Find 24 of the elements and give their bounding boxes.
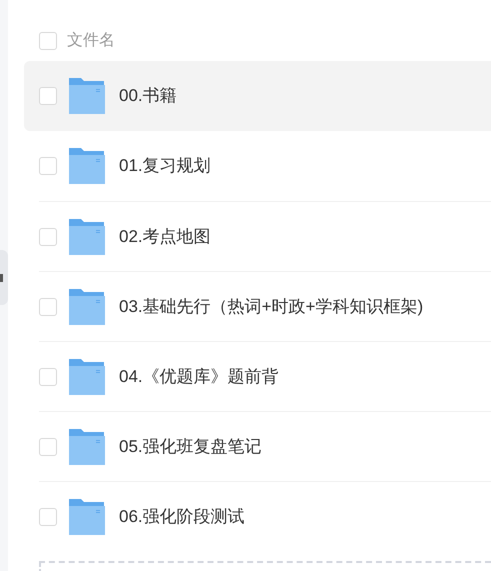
- folder-name[interactable]: 00.书籍: [119, 83, 177, 109]
- folder-icon: [69, 428, 105, 464]
- checkbox[interactable]: [39, 32, 57, 50]
- folder-icon: [69, 78, 105, 114]
- checkbox[interactable]: [39, 87, 57, 105]
- folder-name[interactable]: 03.基础先行（热词+时政+学科知识框架): [119, 294, 424, 320]
- folder-name[interactable]: 04.《优题库》题前背: [119, 364, 279, 390]
- folder-icon: [69, 148, 105, 184]
- checkbox[interactable]: [39, 298, 57, 316]
- checkbox[interactable]: [39, 228, 57, 246]
- checkbox[interactable]: [39, 368, 57, 386]
- checkbox[interactable]: [39, 508, 57, 526]
- folder-name[interactable]: 02.考点地图: [119, 224, 211, 250]
- folder-icon: [69, 218, 105, 254]
- folder-icon: [69, 288, 105, 324]
- collapse-handle[interactable]: [0, 250, 8, 305]
- checkbox[interactable]: [39, 438, 57, 456]
- checkbox[interactable]: [39, 157, 57, 175]
- folder-name[interactable]: 06.强化阶段测试: [119, 504, 245, 530]
- folder-icon: [69, 498, 105, 534]
- folder-icon: [69, 358, 105, 394]
- folder-name[interactable]: 01.复习规划: [119, 153, 211, 179]
- folder-name[interactable]: 05.强化班复盘笔记: [119, 434, 262, 460]
- file-row[interactable]: 00.书籍: [24, 61, 491, 131]
